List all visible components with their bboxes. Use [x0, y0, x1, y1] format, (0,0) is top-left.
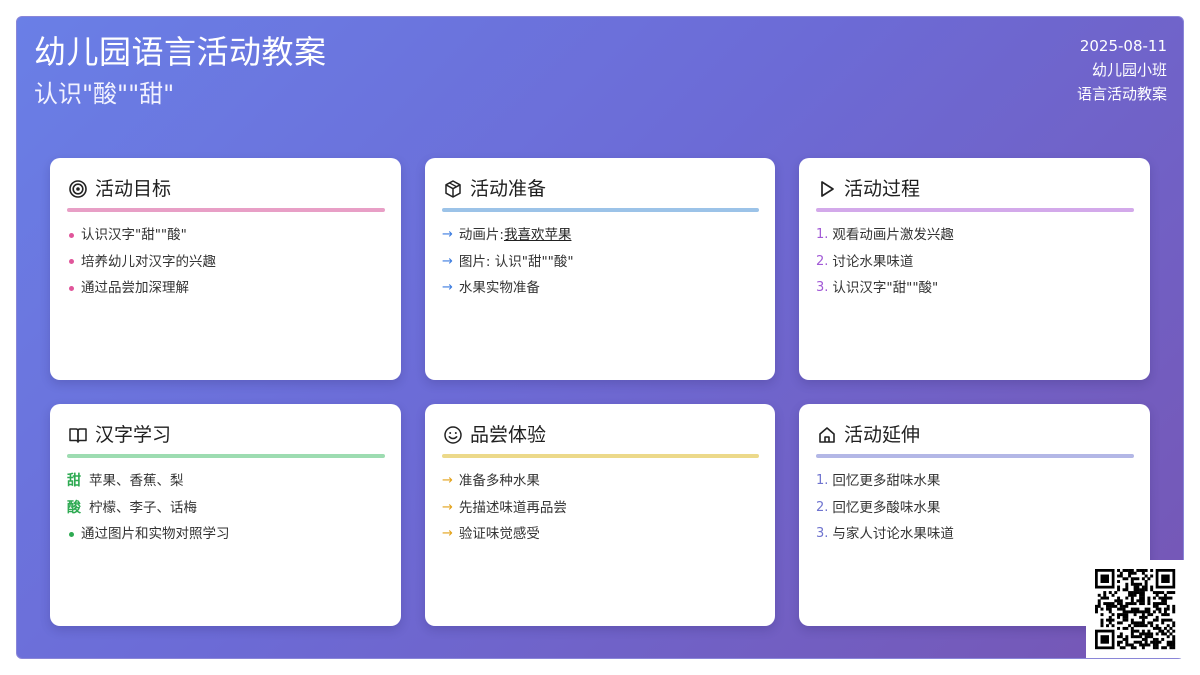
lesson-date: 2025-08-11	[1079, 37, 1167, 55]
list-item: → 图片: 认识"甜""酸"	[442, 252, 759, 272]
arrow-right-icon: →	[442, 473, 453, 488]
header-meta: 2025-08-11 幼儿园小班 语言活动教案	[1077, 34, 1167, 106]
bullet-dot	[69, 531, 74, 537]
item-number: 3.	[816, 526, 829, 542]
card-accent-bar	[67, 208, 385, 212]
item-number: 1.	[816, 473, 829, 488]
card-title: 活动延伸	[844, 424, 921, 446]
list-item: 1. 回忆更多甜味水果	[816, 471, 1134, 491]
card-header: 汉字学习	[67, 422, 385, 448]
card-accent-bar	[442, 208, 759, 212]
card-activity-preparation: 活动准备 → 动画片: 我喜欢苹果 → 图片: 认识"甜""酸" → 水果实物准备	[425, 158, 775, 380]
character-sour: 酸	[67, 499, 81, 516]
card-header: 活动目标	[67, 176, 385, 202]
list-item: 通过品尝加深理解	[67, 278, 385, 298]
card-character-learning: 汉字学习 甜苹果、香蕉、梨 酸柠檬、李子、话梅 通过图片和实物对照学习	[50, 404, 401, 626]
list-item: 培养幼儿对汉字的兴趣	[67, 252, 385, 272]
card-tasting-experience: 品尝体验 → 准备多种水果 → 先描述味道再品尝 → 验证味觉感受	[425, 404, 775, 626]
list-item-text: 验证味觉感受	[458, 526, 540, 543]
card-title: 活动准备	[470, 178, 547, 200]
list-item-text: 观看动画片激发兴趣	[832, 227, 954, 243]
list-item: → 动画片: 我喜欢苹果	[442, 225, 759, 245]
list-item: → 水果实物准备	[442, 278, 759, 298]
list-item: 2. 讨论水果味道	[816, 252, 1134, 272]
card-title: 汉字学习	[95, 424, 172, 446]
card-header: 活动准备	[442, 176, 759, 202]
list-item-text: 认识汉字"甜""酸"	[81, 227, 187, 243]
list-item-text: 图片: 认识"甜""酸"	[458, 253, 574, 270]
list-item-text: 认识汉字"甜""酸"	[832, 280, 939, 297]
card-accent-bar	[67, 454, 385, 458]
list-item-text: 苹果、香蕉、梨	[89, 473, 184, 489]
character-sweet: 甜	[67, 473, 81, 489]
list-item-text: 动画片:	[458, 227, 504, 243]
list-item: 甜苹果、香蕉、梨	[67, 471, 385, 491]
qr-code	[1086, 560, 1184, 658]
arrow-right-icon: →	[442, 227, 453, 242]
card-title: 品尝体验	[470, 424, 547, 446]
list-item-text: 通过图片和实物对照学习	[81, 526, 230, 543]
document-type: 语言活动教案	[1076, 85, 1167, 103]
box-icon	[442, 178, 464, 200]
list-item: → 验证味觉感受	[442, 524, 759, 544]
list-item: 酸柠檬、李子、话梅	[67, 498, 385, 518]
list-item-text: 讨论水果味道	[832, 253, 914, 270]
list-item-text: 与家人讨论水果味道	[832, 526, 954, 543]
list-item-text: 准备多种水果	[458, 473, 540, 489]
list-item-text: 先描述味道再品尝	[458, 499, 567, 516]
list-item: 通过图片和实物对照学习	[67, 524, 385, 544]
item-number: 2.	[816, 253, 829, 269]
card-accent-bar	[816, 454, 1134, 458]
smile-icon	[442, 424, 464, 446]
animation-link[interactable]: 我喜欢苹果	[504, 225, 572, 245]
card-title: 活动过程	[844, 178, 921, 200]
item-number: 2.	[816, 499, 829, 515]
arrow-right-icon: →	[442, 526, 453, 542]
list-item-text: 水果实物准备	[458, 280, 540, 297]
list-item-text: 回忆更多甜味水果	[832, 473, 941, 489]
bullet-dot	[69, 259, 74, 265]
card-title: 活动目标	[95, 178, 172, 200]
card-header: 活动延伸	[816, 422, 1134, 448]
home-icon	[816, 424, 838, 446]
list-item: 3. 与家人讨论水果味道	[816, 524, 1134, 544]
list-item-text: 回忆更多酸味水果	[832, 499, 941, 516]
card-activity-goals: 活动目标 认识汉字"甜""酸" 培养幼儿对汉字的兴趣 通过品尝加深理解	[50, 158, 401, 380]
book-icon	[67, 424, 89, 446]
list-item: → 准备多种水果	[442, 471, 759, 491]
item-number: 3.	[816, 280, 829, 296]
item-number: 1.	[816, 227, 829, 242]
card-header: 活动过程	[816, 176, 1134, 202]
page-subtitle: 认识"酸""甜"	[34, 80, 175, 108]
list-item-text: 培养幼儿对汉字的兴趣	[81, 253, 216, 270]
card-header: 品尝体验	[442, 422, 759, 448]
page-title: 幼儿园语言活动教案	[34, 33, 327, 71]
card-accent-bar	[442, 454, 759, 458]
list-item-text: 通过品尝加深理解	[81, 280, 189, 297]
bullet-dot	[69, 232, 74, 238]
card-activity-process: 活动过程 1. 观看动画片激发兴趣 2. 讨论水果味道 3. 认识汉字"甜""酸"	[799, 158, 1150, 380]
class-name: 幼儿园小班	[1091, 61, 1167, 79]
card-accent-bar	[816, 208, 1134, 212]
list-item: 2. 回忆更多酸味水果	[816, 498, 1134, 518]
list-item-text: 柠檬、李子、话梅	[89, 499, 197, 516]
qr-code-image	[1095, 569, 1176, 650]
list-item: 认识汉字"甜""酸"	[67, 225, 385, 245]
list-item: 3. 认识汉字"甜""酸"	[816, 278, 1134, 298]
list-item: → 先描述味道再品尝	[442, 498, 759, 518]
arrow-right-icon: →	[442, 280, 453, 296]
arrow-right-icon: →	[442, 253, 453, 269]
bullet-dot	[69, 285, 74, 291]
play-icon	[816, 178, 838, 200]
arrow-right-icon: →	[442, 499, 453, 515]
target-icon	[67, 178, 89, 200]
list-item: 1. 观看动画片激发兴趣	[816, 225, 1134, 245]
